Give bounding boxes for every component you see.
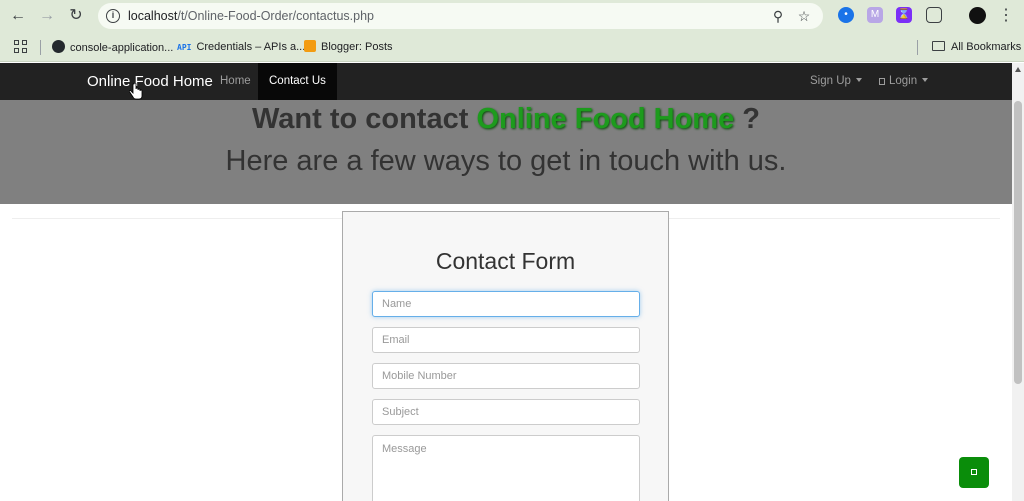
url-path: /t/Online-Food-Order/contactus.php: [177, 9, 374, 23]
mobile-number-input[interactable]: [372, 363, 640, 389]
apps-grid-icon[interactable]: [14, 40, 28, 54]
github-icon: [52, 40, 65, 53]
message-textarea[interactable]: [372, 435, 640, 501]
contact-form-card: Contact Form: [342, 211, 669, 501]
navbar-brand[interactable]: Online Food Home: [87, 73, 213, 90]
chat-button[interactable]: [959, 457, 989, 488]
bookmark-label: Blogger: Posts: [321, 41, 393, 53]
nav-contact-us[interactable]: Contact Us: [258, 63, 337, 100]
url-text[interactable]: localhost/t/Online-Food-Order/contactus.…: [128, 9, 374, 23]
forward-arrow-icon[interactable]: →: [37, 6, 57, 26]
blogger-icon: [304, 40, 316, 52]
all-bookmarks[interactable]: All Bookmarks: [932, 40, 1021, 54]
nav-login[interactable]: Login: [868, 63, 939, 100]
hero-banner: Want to contact Online Food Home ? Here …: [0, 100, 1012, 204]
bookmark-separator: [40, 40, 41, 55]
nav-sign-up[interactable]: Sign Up: [799, 63, 873, 100]
profile-avatar[interactable]: [969, 7, 986, 24]
email-input[interactable]: [372, 327, 640, 353]
hero-heading: Want to contact Online Food Home ?: [0, 103, 1012, 136]
address-bar[interactable]: i localhost/t/Online-Food-Order/contactu…: [98, 3, 823, 29]
site-navbar: Online Food Home Home Contact Us Sign Up…: [0, 63, 1012, 100]
bookmark-separator: [917, 40, 918, 55]
scroll-up-arrow-icon[interactable]: [1015, 67, 1021, 72]
nav-home[interactable]: Home: [209, 63, 262, 100]
chat-icon: [971, 469, 977, 475]
folder-icon: [932, 41, 945, 51]
hero-brand-name: Online Food Home: [476, 103, 735, 135]
site-info-icon[interactable]: i: [106, 9, 120, 23]
bookmark-label: console-application...: [70, 42, 174, 54]
name-input[interactable]: [372, 291, 640, 317]
sign-up-label: Sign Up: [810, 75, 851, 87]
hero-subheading: Here are a few ways to get in touch with…: [225, 145, 787, 177]
all-bookmarks-label: All Bookmarks: [951, 41, 1022, 53]
browser-toolbar: ← → ↻ i localhost/t/Online-Food-Order/co…: [0, 0, 1024, 32]
menu-kebab-icon[interactable]: ⋮: [998, 6, 1014, 26]
ext-hourglass-icon[interactable]: ⌛: [896, 7, 912, 23]
contact-form-title: Contact Form: [435, 248, 576, 274]
extensions-puzzle-icon[interactable]: [926, 7, 942, 23]
bookmark-credentials[interactable]: API Credentials – APIs a...: [177, 40, 305, 55]
page-scrollbar[interactable]: [1012, 63, 1024, 501]
hand-cursor-icon: [129, 83, 143, 100]
bookmark-star-icon[interactable]: ☆: [795, 7, 813, 25]
bookmark-label: Credentials – APIs a...: [196, 41, 306, 53]
bookmark-github[interactable]: console-application...: [52, 40, 173, 55]
ext-blue-icon[interactable]: •: [838, 7, 854, 23]
caret-down-icon: [922, 78, 929, 82]
caret-down-icon: [855, 78, 862, 82]
hero-suffix: ?: [742, 103, 761, 135]
bookmark-blogger[interactable]: Blogger: Posts: [304, 40, 393, 54]
back-arrow-icon[interactable]: ←: [8, 6, 28, 26]
ext-m-icon[interactable]: M: [867, 7, 883, 23]
zoom-icon[interactable]: ⚲: [769, 7, 787, 25]
api-badge: API: [177, 43, 192, 52]
scrollbar-thumb[interactable]: [1014, 101, 1022, 384]
reload-icon[interactable]: ↻: [66, 6, 86, 26]
subject-input[interactable]: [372, 399, 640, 425]
hero-prefix: Want to contact: [251, 103, 469, 135]
bookmarks-bar: console-application... API Credentials – …: [0, 32, 1024, 62]
user-icon: [879, 78, 885, 85]
url-host: localhost: [128, 9, 178, 23]
login-label: Login: [889, 75, 918, 87]
